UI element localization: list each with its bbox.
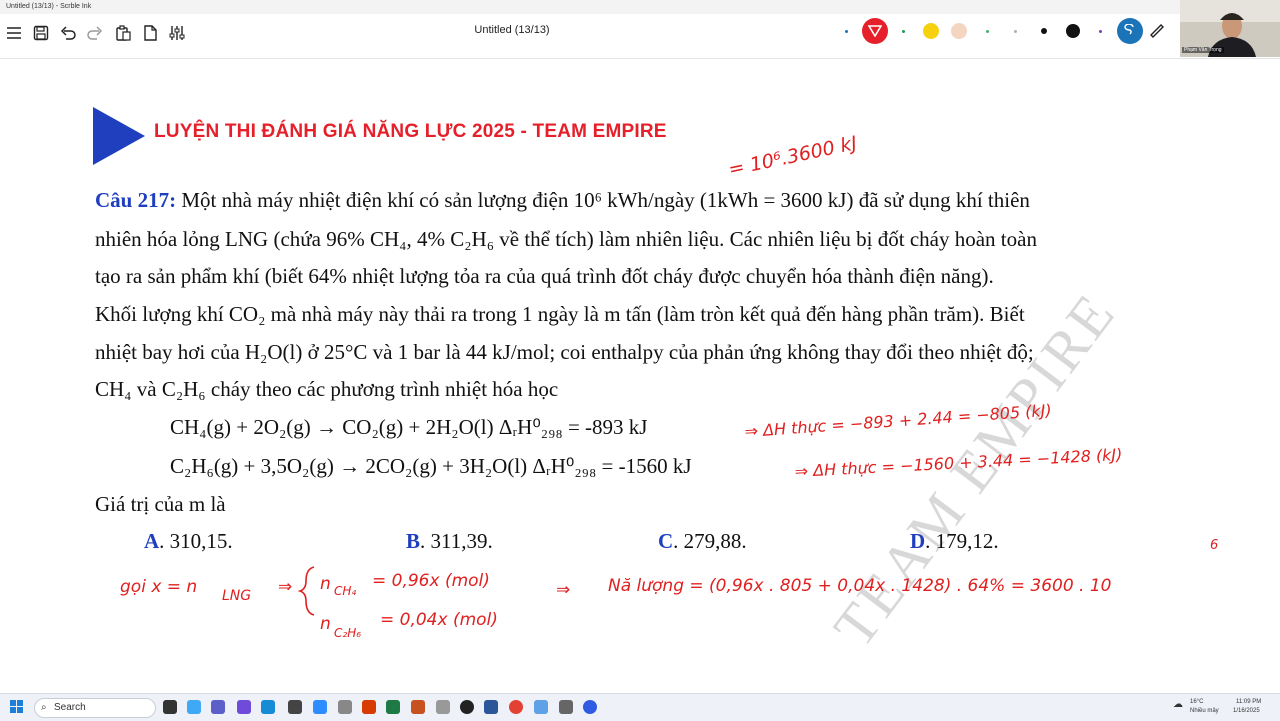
ink-ch4-value: = 0,96x (mol) [372, 571, 490, 591]
yellow-pen-button[interactable] [923, 23, 939, 39]
excel-icon[interactable] [386, 700, 400, 714]
clock-time: 11:09 PM [1236, 699, 1262, 705]
canvas-page[interactable]: TEAM EMPIRE LUYỆN THI ĐÁNH GIÁ NĂNG LỰC … [0, 59, 1280, 693]
app-icon-6[interactable] [534, 700, 548, 714]
app-icon-2[interactable] [338, 700, 352, 714]
edge-icon[interactable] [261, 700, 275, 714]
black-pen-button[interactable] [1066, 24, 1080, 38]
app-icon-3[interactable] [411, 700, 425, 714]
webcam-name: Phạm Văn Trọng [1182, 47, 1224, 53]
clock-date: 1/16/2025 [1233, 708, 1260, 714]
ink-arrow-1: ⇒ [278, 577, 292, 597]
green-dot[interactable] [902, 30, 905, 33]
task-view-icon[interactable] [163, 700, 177, 714]
window-title: Untitled (13/13) - Scrble Ink [6, 3, 92, 10]
taskbar-search[interactable]: ⌕ Search [34, 698, 156, 718]
ink-c2h6-value: = 0,04x (mol) [380, 610, 498, 630]
handwriting-layer: = 10⁶.3600 kJ ⇒ ΔH thực = −893 + 2.44 = … [120, 132, 1218, 640]
app-icon-1[interactable] [288, 700, 302, 714]
taskbar: ⌕ Search ☁ 16°C Nhiều mây 11:09 PM 1/16/… [0, 693, 1280, 721]
ink-eq1-note: ⇒ ΔH thực = −893 + 2.44 = −805 (kJ) [744, 401, 1052, 441]
ink-ch4-sub: CH₄ [334, 584, 356, 598]
window-title-bar: Untitled (13/13) - Scrble Ink [0, 0, 1280, 14]
ink-lng: LNG [222, 588, 251, 604]
ink-goi: gọi x = n [120, 577, 197, 597]
ruler-icon[interactable] [1146, 20, 1168, 42]
pen-size-dot[interactable] [845, 30, 848, 33]
ink-energy-exponent: 6 [1210, 538, 1218, 553]
ink-n-c2h6: n [320, 614, 331, 634]
lasso-tool-button[interactable] [1117, 18, 1143, 44]
ink-c2h6-sub: C₂H₆ [334, 626, 361, 640]
search-icon: ⌕ [41, 702, 47, 713]
system-tray[interactable]: ☁ 16°C Nhiều mây 11:09 PM 1/16/2025 [1170, 697, 1280, 719]
app-icon-7[interactable] [559, 700, 573, 714]
zalo-icon[interactable] [313, 700, 327, 714]
weather-desc: Nhiều mây [1190, 708, 1219, 714]
app-icon-4[interactable] [436, 700, 450, 714]
webcam-overlay: Phạm Văn Trọng [1180, 0, 1280, 57]
ink-top-note: = 10⁶.3600 kJ [726, 132, 859, 181]
word-icon[interactable] [484, 700, 498, 714]
ink-eq2-note: ⇒ ΔH thực = −1560 + 3.44 = −1428 (kJ) [794, 445, 1123, 481]
windows-start-icon[interactable] [10, 700, 24, 714]
ink-energy-equation: Nă lượng = (0,96x . 805 + 0,04x . 1428) … [608, 576, 1111, 596]
app-icon-8[interactable] [583, 700, 597, 714]
app-icon-5[interactable] [460, 700, 474, 714]
ink-arrow-2: ⇒ [556, 580, 570, 600]
copilot-icon[interactable] [187, 700, 201, 714]
search-label: Search [54, 702, 86, 713]
chrome-icon[interactable] [509, 700, 523, 714]
red-pen-button[interactable] [862, 18, 888, 44]
cloud-icon: ☁ [1173, 699, 1183, 710]
black-small-pen[interactable] [1041, 28, 1047, 34]
ink-n-ch4: n [320, 574, 331, 594]
green-small-dot[interactable] [986, 30, 989, 33]
weather-temp: 16°C [1190, 699, 1204, 705]
purple-dot[interactable] [1099, 30, 1102, 33]
ink-brace [297, 566, 315, 616]
toolbar: Untitled (13/13) [0, 14, 1280, 59]
teams-icon[interactable] [211, 700, 225, 714]
meet-icon[interactable] [237, 700, 251, 714]
peach-pen-button[interactable] [951, 23, 967, 39]
gray-small-dot[interactable] [1014, 30, 1017, 33]
scrble-ink-icon[interactable] [362, 700, 376, 714]
